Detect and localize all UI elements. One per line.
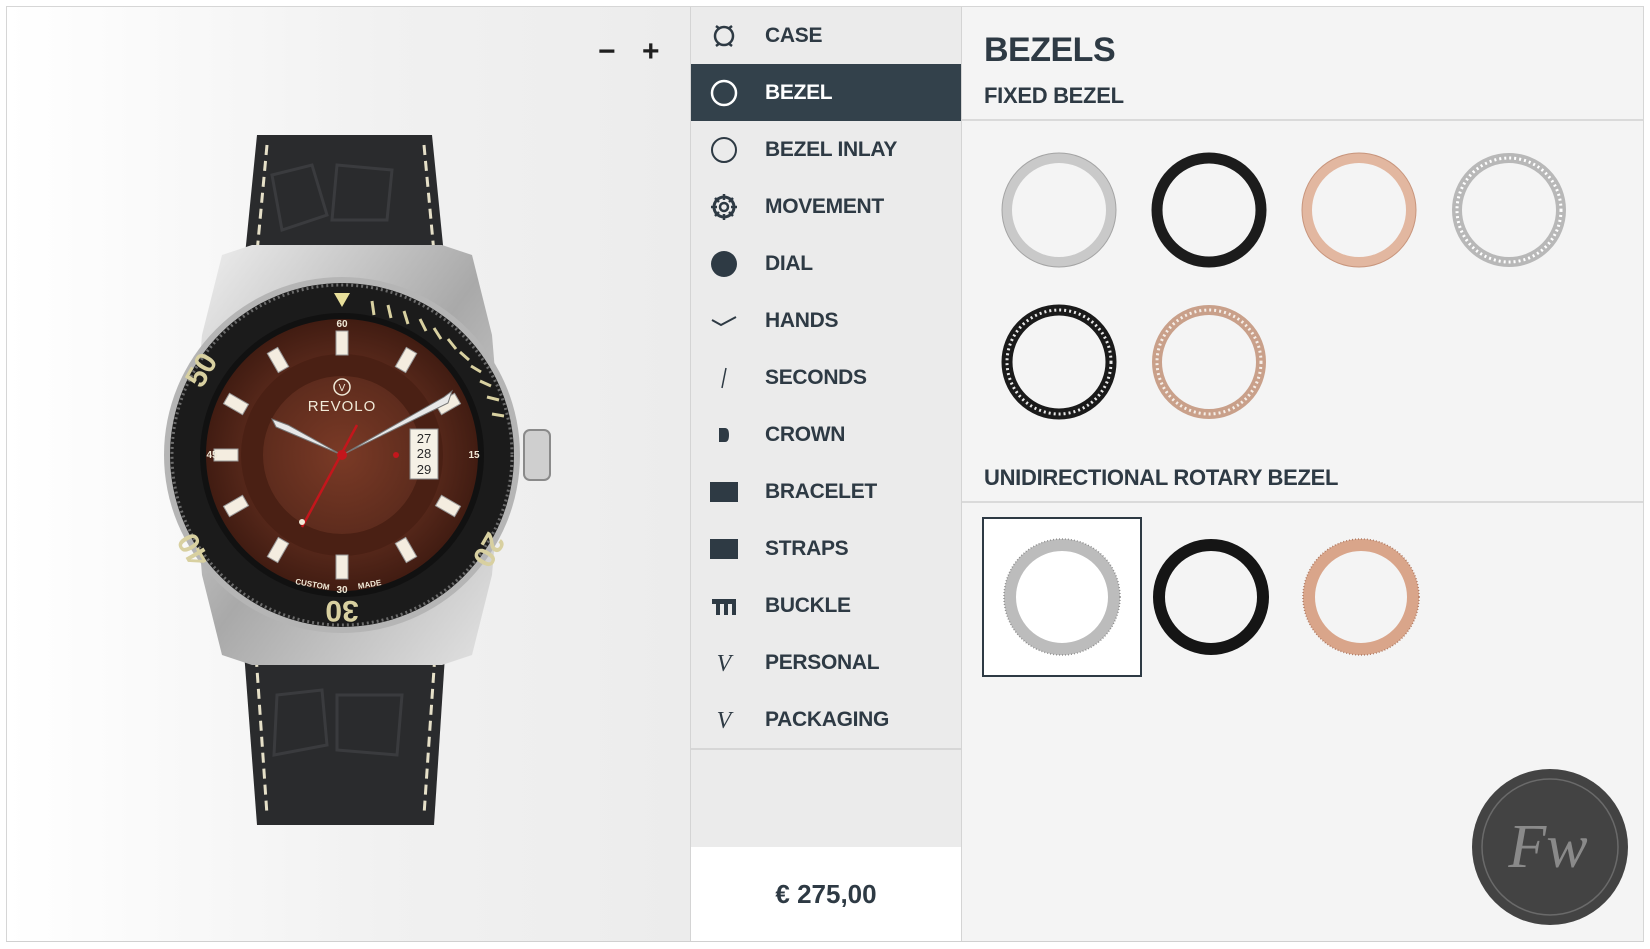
total-price: € 275,00 — [775, 878, 877, 909]
menu-item-personal[interactable]: V PERSONAL — [691, 634, 961, 693]
bezel-option-fixed-black[interactable] — [1144, 145, 1274, 275]
menu-label-personal: PERSONAL — [765, 650, 880, 674]
bezel-option-fixed-rose-gold-stones[interactable] — [1144, 297, 1274, 427]
bezel-option-fixed-rose-gold[interactable] — [1294, 145, 1424, 275]
date-value: 27 — [417, 431, 431, 446]
date-value: 28 — [417, 446, 431, 461]
bezel-option-fixed-black-stones[interactable] — [994, 297, 1124, 427]
menu-label-movement: MOVEMENT — [765, 194, 884, 218]
movement-icon — [707, 190, 741, 224]
svg-text:V: V — [717, 708, 734, 734]
watch-crown — [523, 429, 551, 481]
menu-label-case: CASE — [765, 23, 823, 47]
hands-icon — [707, 304, 741, 338]
brand-mark: V — [339, 383, 346, 394]
dial-icon — [707, 247, 741, 281]
bezel-option-rotary-steel[interactable] — [982, 517, 1142, 677]
price-box: € 275,00 — [691, 847, 961, 941]
component-menu: CASE BEZEL BEZEL INLAY MOVEMENT DIAL HAN… — [690, 7, 962, 941]
watch-image: 50 40 30 20 60 15 30 45 CUSTOM MADE V RE… — [164, 135, 551, 825]
divider — [962, 501, 1643, 503]
bezel-option-rotary-black[interactable] — [1146, 532, 1276, 662]
menu-item-straps[interactable]: STRAPS — [691, 520, 961, 579]
date-value: 29 — [417, 462, 431, 477]
menu-label-dial: DIAL — [765, 251, 813, 275]
menu-item-hands[interactable]: HANDS — [691, 292, 961, 351]
menu-item-bracelet[interactable]: BRACELET — [691, 463, 961, 522]
bottom-border — [6, 941, 1644, 942]
packaging-icon: V — [707, 703, 741, 737]
zoom-in-button[interactable]: + — [642, 37, 660, 67]
menu-item-seconds[interactable]: SECONDS — [691, 349, 961, 408]
menu-item-movement[interactable]: MOVEMENT — [691, 178, 961, 237]
menu-item-crown[interactable]: CROWN — [691, 406, 961, 465]
bezel-option-fixed-steel[interactable] — [994, 145, 1124, 275]
minute-numeral: 30 — [336, 585, 348, 596]
bezel-option-rotary-rose-gold[interactable] — [1296, 532, 1426, 662]
watch-preview: − + 50 40 30 20 60 15 30 45 CUSTOM MADE … — [7, 7, 690, 941]
personal-icon: V — [707, 646, 741, 680]
menu-item-buckle[interactable]: BUCKLE — [691, 577, 961, 636]
menu-item-bezel-inlay[interactable]: BEZEL INLAY — [691, 121, 961, 180]
zoom-out-button[interactable]: − — [598, 37, 616, 67]
watermark-logo: Fw — [1472, 769, 1628, 925]
bracelet-icon — [707, 475, 741, 509]
menu-label-buckle: BUCKLE — [765, 593, 851, 617]
crown-icon — [707, 418, 741, 452]
menu-label-seconds: SECONDS — [765, 365, 867, 389]
minute-numeral: 60 — [336, 319, 348, 330]
divider — [962, 119, 1643, 121]
bezel-icon — [707, 76, 741, 110]
menu-label-hands: HANDS — [765, 308, 839, 332]
svg-text:V: V — [717, 651, 734, 677]
menu-label-bezel-inlay: BEZEL INLAY — [765, 137, 898, 161]
menu-label-crown: CROWN — [765, 422, 846, 446]
menu-label-straps: STRAPS — [765, 536, 849, 560]
minute-numeral: 15 — [468, 450, 480, 461]
menu-item-packaging[interactable]: V PACKAGING — [691, 691, 961, 750]
seconds-icon — [707, 361, 741, 395]
menu-label-packaging: PACKAGING — [765, 707, 890, 731]
menu-label-bezel: BEZEL — [765, 80, 833, 104]
options-panel: BEZELS FIXED BEZEL UNIDIRECTIONAL ROTARY… — [962, 7, 1643, 941]
case-icon — [707, 19, 741, 53]
brand-name: REVOLO — [308, 398, 377, 415]
panel-title: BEZELS — [984, 31, 1116, 69]
menu-item-bezel[interactable]: BEZEL — [691, 64, 961, 123]
rotary-bezel-heading: UNIDIRECTIONAL ROTARY BEZEL — [984, 465, 1339, 490]
bezel-numeral: 30 — [325, 594, 358, 627]
minute-numeral: 45 — [206, 450, 218, 461]
straps-icon — [707, 532, 741, 566]
menu-item-case[interactable]: CASE — [691, 7, 961, 66]
menu-label-bracelet: BRACELET — [765, 479, 877, 503]
menu-item-dial[interactable]: DIAL — [691, 235, 961, 294]
buckle-icon — [707, 589, 741, 623]
fixed-bezel-heading: FIXED BEZEL — [984, 83, 1124, 108]
bezel-option-fixed-steel-stones[interactable] — [1444, 145, 1574, 275]
bezel-inlay-icon — [707, 133, 741, 167]
watermark-text: Fw — [1507, 813, 1587, 881]
